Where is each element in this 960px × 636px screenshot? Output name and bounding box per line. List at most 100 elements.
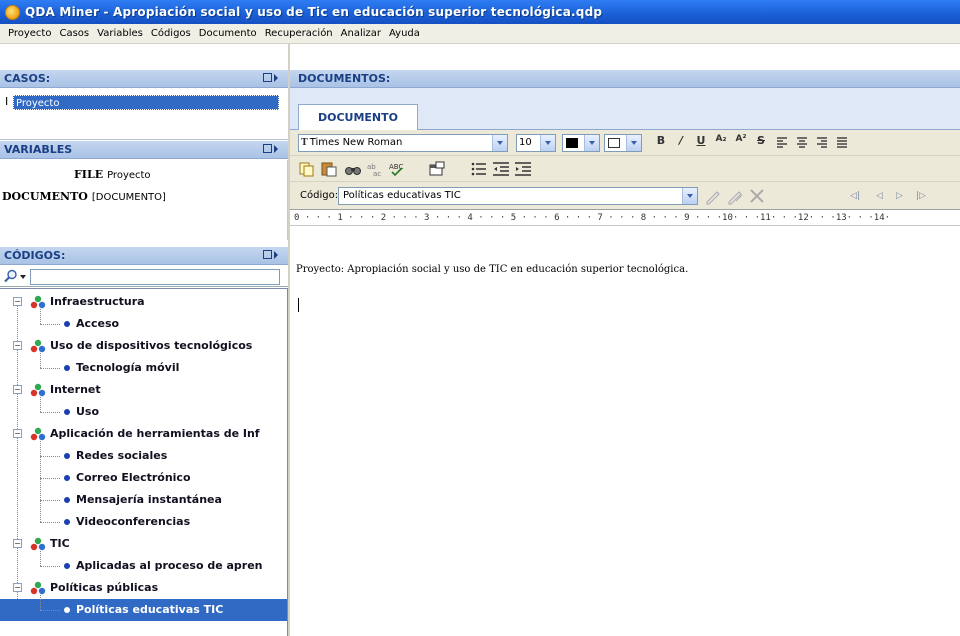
code-item[interactable]: Correo Electrónico bbox=[0, 467, 287, 489]
tree-connector bbox=[40, 353, 41, 368]
menu-codigos[interactable]: Códigos bbox=[147, 28, 195, 39]
tab-documento[interactable]: DOCUMENTO bbox=[298, 104, 418, 130]
code-category[interactable]: − Uso de dispositivos tecnológicos bbox=[0, 335, 287, 357]
chevron-down-icon[interactable] bbox=[20, 275, 26, 279]
previous-page-icon[interactable]: ◁ bbox=[876, 191, 883, 201]
chevron-down-icon[interactable] bbox=[626, 135, 641, 151]
collapse-icon[interactable]: − bbox=[13, 539, 22, 548]
chevron-right-icon bbox=[274, 73, 278, 82]
increase-indent-icon[interactable] bbox=[514, 160, 532, 178]
variable-row[interactable]: DOCUMENTO [DOCUMENTO] bbox=[2, 190, 166, 203]
font-size-select[interactable]: 10 bbox=[516, 134, 556, 152]
document-text[interactable]: Proyecto: Apropiación social y uso de TI… bbox=[296, 264, 688, 275]
copy-icon[interactable] bbox=[298, 160, 316, 178]
tree-connector bbox=[40, 500, 60, 501]
find-icon[interactable] bbox=[344, 160, 362, 178]
code-category[interactable]: − Aplicación de herramientas de Inf bbox=[0, 423, 287, 445]
text-caret bbox=[298, 298, 299, 312]
collapse-icon[interactable]: − bbox=[13, 297, 22, 306]
align-left-icon[interactable] bbox=[776, 136, 788, 148]
menu-proyecto[interactable]: Proyecto bbox=[4, 28, 55, 39]
menu-ayuda[interactable]: Ayuda bbox=[385, 28, 424, 39]
code-bullet-icon bbox=[64, 563, 70, 569]
casos-header: CASOS: bbox=[0, 70, 288, 88]
case-row[interactable]: I Proyecto bbox=[5, 95, 279, 111]
chevron-down-icon[interactable] bbox=[492, 135, 507, 151]
bold-icon[interactable]: B bbox=[652, 134, 670, 147]
paste-icon[interactable] bbox=[320, 160, 338, 178]
replace-icon[interactable]: abac bbox=[366, 160, 384, 178]
menu-documento[interactable]: Documento bbox=[195, 28, 261, 39]
case-item-proyecto[interactable]: Proyecto bbox=[13, 95, 279, 110]
underline-icon[interactable]: U bbox=[692, 134, 710, 147]
code-item[interactable]: Uso bbox=[0, 401, 287, 423]
code-item[interactable]: Políticas educativas TIC bbox=[0, 599, 287, 621]
variables-header: VARIABLES bbox=[0, 141, 288, 159]
code-category[interactable]: − Infraestructura bbox=[0, 291, 287, 313]
assign-code-alt-icon[interactable] bbox=[726, 187, 744, 205]
variables-panel-menu-button[interactable] bbox=[263, 144, 278, 154]
collapse-icon[interactable]: − bbox=[13, 429, 22, 438]
align-right-icon[interactable] bbox=[816, 136, 828, 148]
code-bullet-icon bbox=[64, 409, 70, 415]
bullet-list-icon[interactable] bbox=[470, 160, 488, 178]
menu-casos[interactable]: Casos bbox=[55, 28, 93, 39]
collapse-icon[interactable]: − bbox=[13, 583, 22, 592]
menu-variables[interactable]: Variables bbox=[93, 28, 147, 39]
code-item[interactable]: Videoconferencias bbox=[0, 511, 287, 533]
variable-value[interactable]: Proyecto bbox=[107, 170, 150, 181]
variable-row[interactable]: FILE Proyecto bbox=[74, 168, 151, 181]
ruler: 0 · · · 1 · · · 2 · · · 3 · · · 4 · · · … bbox=[290, 210, 960, 226]
code-item-label: Uso bbox=[76, 405, 100, 418]
spellcheck-icon[interactable]: ABC bbox=[388, 160, 406, 178]
last-page-icon[interactable]: |▷ bbox=[916, 191, 926, 201]
code-item[interactable]: Acceso bbox=[0, 313, 287, 335]
code-item[interactable]: Tecnología móvil bbox=[0, 357, 287, 379]
maximize-icon bbox=[263, 144, 272, 153]
font-family-select[interactable]: T Times New Roman bbox=[298, 134, 508, 152]
collapse-icon[interactable]: − bbox=[13, 385, 22, 394]
code-select[interactable]: Políticas educativas TIC bbox=[338, 187, 698, 205]
chevron-down-icon[interactable] bbox=[540, 135, 555, 151]
codes-tree: − Infraestructura Acceso − Uso de dispositiv… bbox=[0, 288, 288, 636]
codes-search-input[interactable] bbox=[30, 269, 280, 285]
italic-icon[interactable]: / bbox=[672, 134, 690, 147]
first-page-icon[interactable]: ◁| bbox=[850, 191, 860, 201]
decrease-indent-icon[interactable] bbox=[492, 160, 510, 178]
code-bullet-icon bbox=[64, 321, 70, 327]
tree-connector bbox=[40, 397, 41, 412]
chevron-down-icon[interactable] bbox=[584, 135, 599, 151]
text-color-select[interactable] bbox=[562, 134, 600, 152]
codigos-panel-menu-button[interactable] bbox=[263, 250, 278, 260]
chevron-down-icon[interactable] bbox=[682, 188, 697, 204]
menu-analizar[interactable]: Analizar bbox=[337, 28, 385, 39]
assign-code-icon[interactable] bbox=[704, 187, 722, 205]
align-justify-icon[interactable] bbox=[836, 136, 848, 148]
collapse-icon[interactable]: − bbox=[13, 341, 22, 350]
code-item[interactable]: Redes sociales bbox=[0, 445, 287, 467]
variable-value[interactable]: [DOCUMENTO] bbox=[92, 192, 166, 203]
menu-recuperacion[interactable]: Recuperación bbox=[261, 28, 337, 39]
remove-code-icon[interactable] bbox=[748, 187, 766, 205]
code-category[interactable]: − TIC bbox=[0, 533, 287, 555]
casos-panel-menu-button[interactable] bbox=[263, 73, 278, 83]
code-item[interactable]: Mensajería instantánea bbox=[0, 489, 287, 511]
documentos-header: DOCUMENTOS: bbox=[290, 70, 960, 88]
superscript-icon[interactable]: A² bbox=[732, 134, 750, 144]
coding-toolbar: Código: Políticas educativas TIC ◁| ◁ ▷ … bbox=[290, 182, 960, 210]
background-color-select[interactable] bbox=[604, 134, 642, 152]
subscript-icon[interactable]: A₂ bbox=[712, 134, 730, 144]
code-category[interactable]: − Políticas públicas bbox=[0, 577, 287, 599]
codigos-title: CÓDIGOS: bbox=[4, 249, 66, 262]
code-item[interactable]: Aplicadas al proceso de apren bbox=[0, 555, 287, 577]
next-page-icon[interactable]: ▷ bbox=[896, 191, 903, 201]
align-center-icon[interactable] bbox=[796, 136, 808, 148]
code-category[interactable]: − Internet bbox=[0, 379, 287, 401]
maximize-icon bbox=[263, 250, 272, 259]
page-setup-icon[interactable] bbox=[428, 160, 446, 178]
document-editor[interactable]: Proyecto: Apropiación social y uso de TI… bbox=[290, 226, 960, 636]
search-icon[interactable] bbox=[4, 269, 18, 283]
casos-title: CASOS: bbox=[4, 72, 51, 85]
strikethrough-icon[interactable]: S bbox=[752, 134, 770, 147]
variable-name: DOCUMENTO bbox=[2, 190, 88, 203]
